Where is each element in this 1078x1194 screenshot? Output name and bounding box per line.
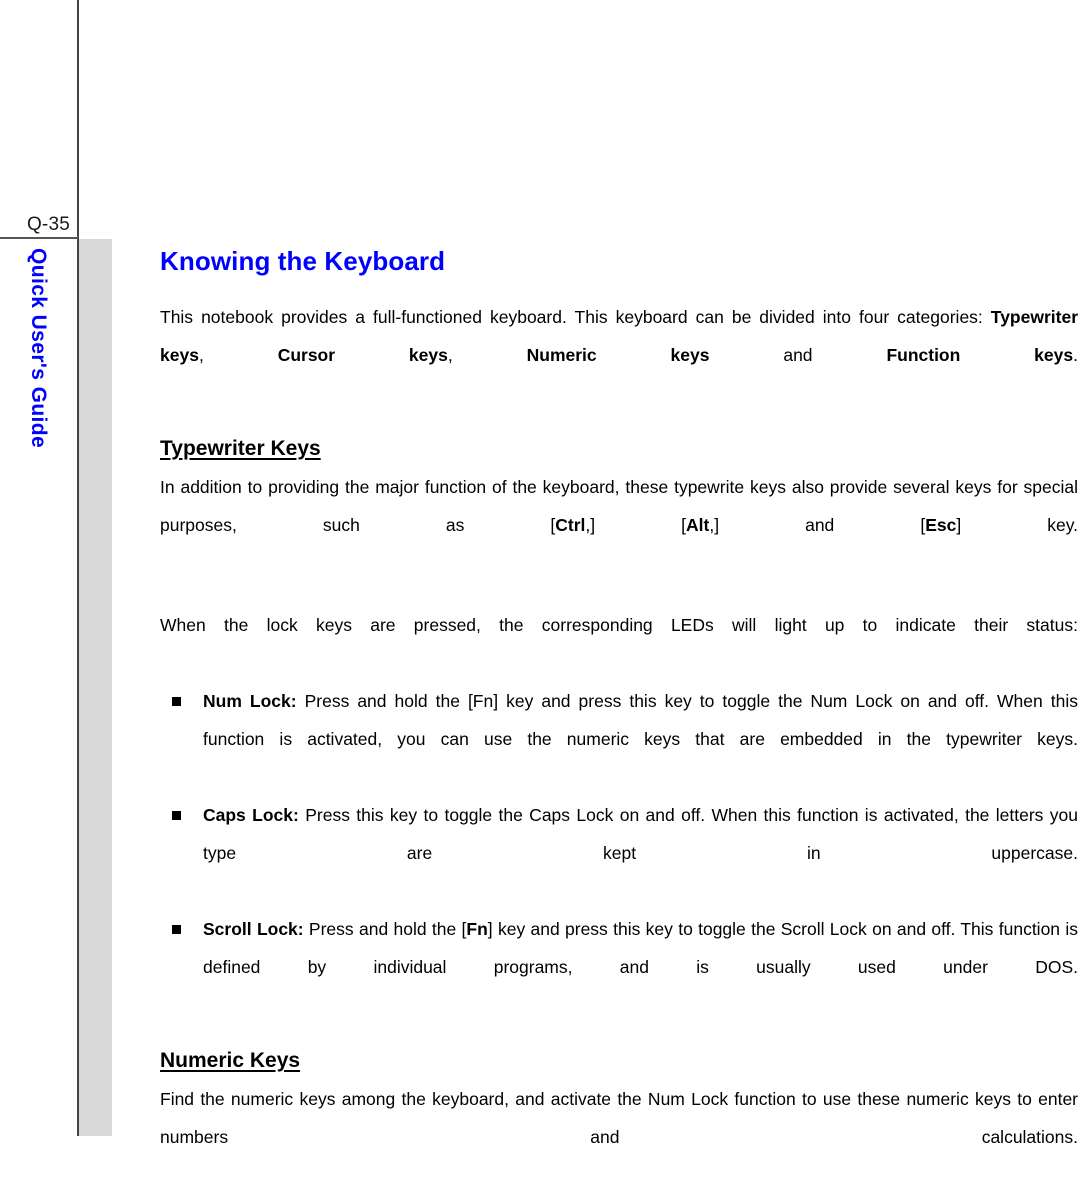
intro-separator-3: and (709, 345, 887, 365)
bullet-term-num-lock: Num Lock: (203, 691, 297, 711)
intro-end-text: . (1073, 345, 1078, 365)
list-item: Caps Lock: Press this key to toggle the … (160, 796, 1078, 910)
list-item: Num Lock: Press and hold the [Fn] key an… (160, 682, 1078, 796)
square-bullet-icon (172, 811, 181, 820)
page-title: Knowing the Keyboard (160, 246, 446, 276)
bullet-term-caps-lock: Caps Lock: (203, 805, 299, 825)
margin-gray-band (79, 239, 112, 1136)
bullet-text-num-lock: Press and hold the [Fn] key and press th… (203, 691, 1078, 749)
bullet-term-scroll-lock: Scroll Lock: (203, 919, 304, 939)
numeric-keys-paragraph: Find the numeric keys among the keyboard… (160, 1089, 1078, 1147)
page-number: Q-35 (26, 214, 70, 235)
section-heading-typewriter-keys: Typewriter Keys (160, 436, 1078, 462)
category-numeric-keys: Numeric keys (526, 345, 710, 365)
intro-separator-2: , (447, 345, 527, 365)
category-function-keys: Function keys (886, 345, 1074, 365)
bullet-text-caps-lock: Press this key to toggle the Caps Lock o… (203, 805, 1078, 863)
lock-keys-intro-paragraph: When the lock keys are pressed, the corr… (160, 615, 1078, 635)
intro-paragraph: This notebook provides a full-functioned… (160, 298, 1078, 412)
list-item: Scroll Lock: Press and hold the [Fn] key… (160, 910, 1078, 1024)
key-ctrl: Ctrl (555, 515, 586, 535)
bullet-text-scroll-lock-part-1: Press and hold the [ (303, 919, 467, 939)
key-alt: Alt (686, 515, 710, 535)
section-heading-numeric-keys-label: Numeric Keys (160, 1049, 301, 1072)
typewriter-keys-paragraph: In addition to providing the major funct… (160, 468, 1078, 582)
typewriter-text-part-4: ] key. (956, 515, 1078, 535)
intro-separator-1: , (198, 345, 278, 365)
intro-lead-text: This notebook provides a full-functioned… (160, 307, 991, 327)
section-heading-numeric-keys: Numeric Keys (160, 1048, 1078, 1074)
margin-horizontal-rule (0, 237, 78, 239)
typewriter-text-part-2: ,] [ (585, 515, 687, 535)
typewriter-text-part-3: ,] and [ (709, 515, 926, 535)
category-cursor-keys: Cursor keys (277, 345, 448, 365)
square-bullet-icon (172, 925, 181, 934)
section-heading-typewriter-keys-label: Typewriter Keys (160, 437, 321, 460)
main-content: Knowing the Keyboard This notebook provi… (160, 246, 1078, 1194)
sidebar-title-container: Quick User's Guide (22, 248, 78, 548)
document-page: Q-35 Quick User's Guide Knowing the Keyb… (0, 0, 1078, 1147)
lock-keys-list: Num Lock: Press and hold the [Fn] key an… (160, 682, 1078, 1024)
square-bullet-icon (172, 697, 181, 706)
key-esc: Esc (925, 515, 957, 535)
sidebar-guide-title: Quick User's Guide (27, 248, 50, 449)
key-fn: Fn (466, 919, 488, 939)
